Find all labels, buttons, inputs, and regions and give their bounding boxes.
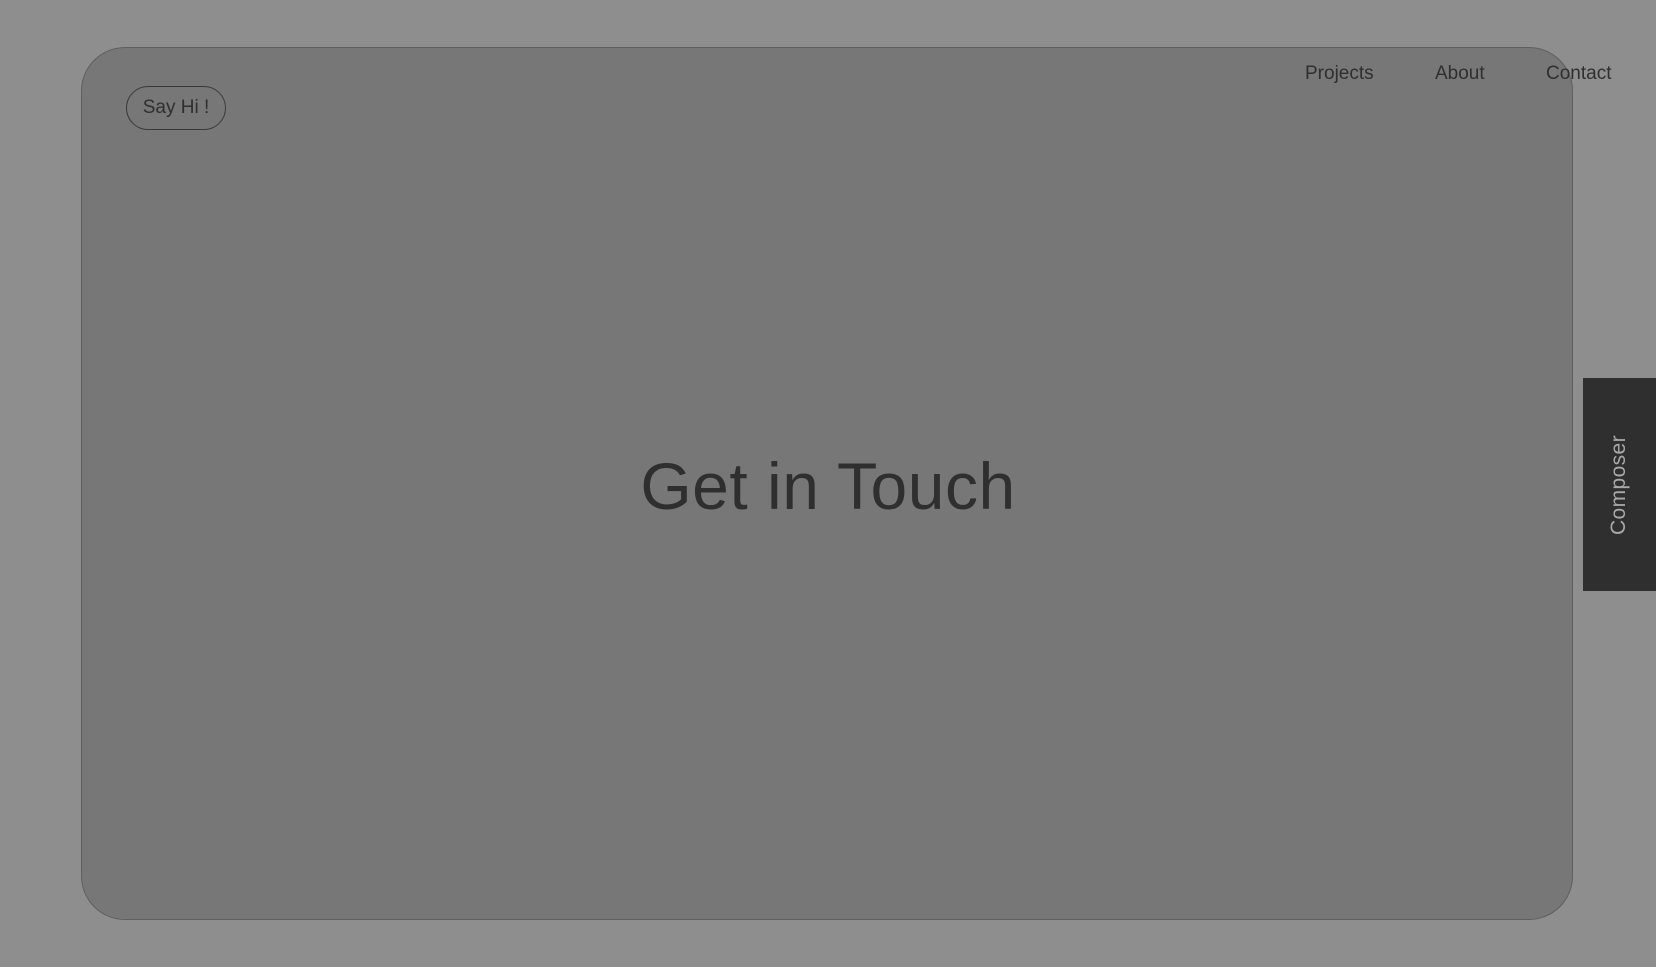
nav-link-about[interactable]: About [1435, 60, 1485, 88]
page-title: Get in Touch [640, 449, 1016, 523]
page: Say Hi ! Projects About Contact Get in T… [0, 0, 1656, 967]
composer-tab-label: Composer [1607, 434, 1631, 535]
composer-side-tab[interactable]: Composer [1583, 378, 1656, 591]
top-nav: Projects About Contact [0, 60, 1656, 88]
nav-link-contact[interactable]: Contact [1546, 60, 1611, 88]
nav-link-projects[interactable]: Projects [1305, 60, 1374, 88]
say-hi-button[interactable]: Say Hi ! [126, 86, 226, 130]
